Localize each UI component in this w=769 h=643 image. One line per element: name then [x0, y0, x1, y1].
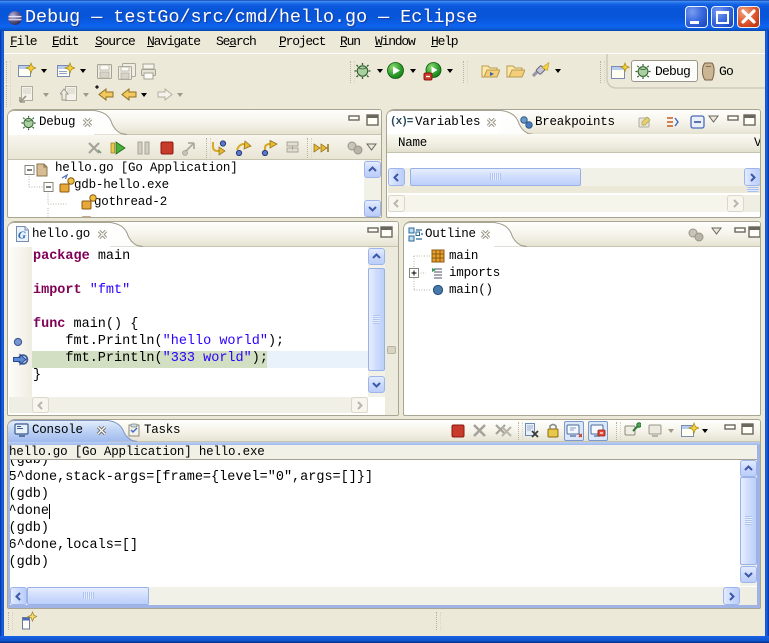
svg-text:G: G: [18, 230, 26, 242]
